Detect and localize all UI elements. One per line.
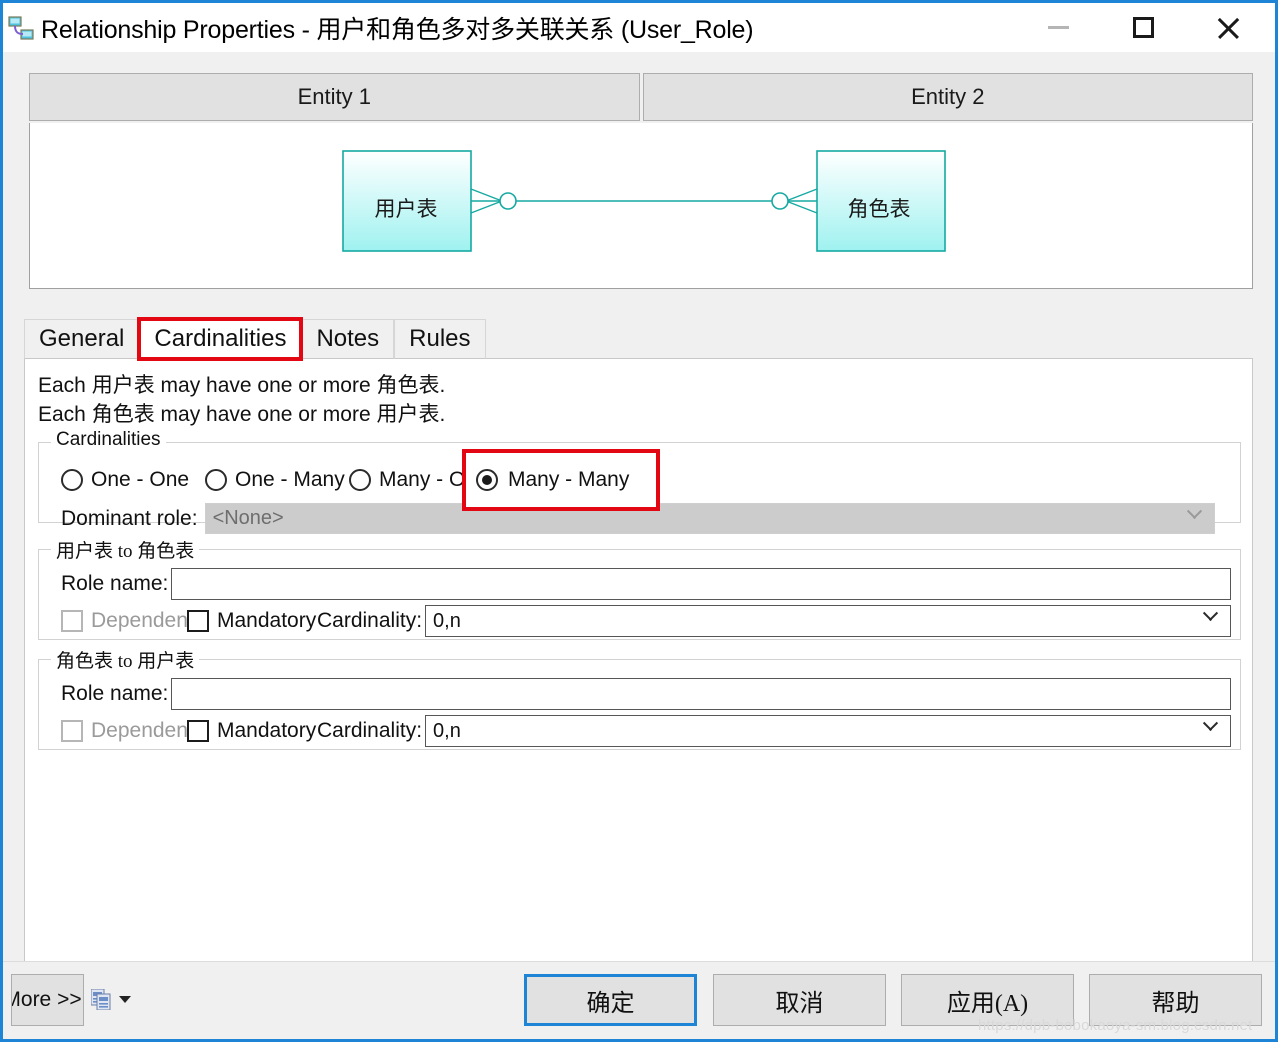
relationship-properties-dialog: Relationship Properties - 用户和角色多对多关联关系 (… [0, 0, 1278, 1042]
cancel-button[interactable]: 取消 [713, 974, 886, 1026]
tab-rules-label: Rules [409, 325, 471, 352]
role-b-cardinality-value: 0,n [433, 719, 461, 742]
apply-button[interactable]: 应用(A) [901, 974, 1074, 1026]
er-diagram-svg [342, 150, 946, 252]
role-a-cardinality-label: Cardinality: [317, 609, 423, 632]
summary-l2-entity-b: 用户表 [376, 402, 440, 427]
tab-general-label: General [39, 325, 125, 352]
role-a-dependent-label: Dependent [91, 609, 187, 632]
relationship-icon [7, 14, 35, 42]
summary-l2-mid: may have one or more [154, 403, 377, 427]
more-button[interactable]: More >> [11, 974, 84, 1026]
dominant-role-combobox[interactable]: <None> [204, 503, 1215, 534]
radio-many-many-label: Many - Many [508, 468, 630, 491]
report-icon[interactable] [90, 988, 111, 1011]
cardinality-summary: Each 用户表 may have one or more 角色表. Each … [38, 371, 445, 430]
summary-l2-pre: Each [38, 403, 92, 427]
summary-l1-pre: Each [38, 374, 92, 397]
role-b-cardinality-combobox[interactable]: 0,n [425, 715, 1231, 747]
summary-l2-entity-a: 角色表 [91, 402, 155, 427]
entity1-box-label: 用户表 [374, 197, 438, 221]
radio-one-one-dot [61, 469, 83, 491]
cancel-button-label: 取消 [775, 990, 824, 1017]
role-b-mandatory-label: Mandatory [217, 719, 317, 742]
minimize-button[interactable] [1027, 3, 1089, 52]
tab-cardinalities-label: Cardinalities [154, 325, 287, 352]
role-a-cardinality-combobox[interactable]: 0,n [425, 605, 1231, 637]
role-a-mandatory-checkbox[interactable] [187, 610, 209, 632]
entity-header-strip: Entity 1 Entity 2 [29, 73, 1253, 121]
role-a-to-b-title: 用户表 to 角色表 [51, 536, 200, 563]
summary-l1-entity-b: 角色表 [376, 373, 440, 397]
tab-rules[interactable]: Rules [394, 319, 486, 359]
more-button-label: More >> [11, 988, 82, 1011]
tab-general[interactable]: General [24, 319, 140, 359]
dominant-role-label: Dominant role: [61, 506, 198, 530]
close-button[interactable] [1197, 3, 1259, 52]
summary-l1-end: . [439, 374, 446, 397]
summary-l1-entity-a: 用户表 [91, 373, 155, 397]
role-b-to-a-groupbox: 角色表 to 用户表 Role name: Dependent Mandator… [38, 646, 1241, 750]
radio-many-many-highlight[interactable]: Many - Many [462, 449, 660, 511]
radio-one-many-dot [205, 469, 227, 491]
role-b-to-a-title: 角色表 to 用户表 [51, 646, 200, 673]
cardinalities-group-title: Cardinalities [51, 429, 166, 451]
summary-line-1: Each 用户表 may have one or more 角色表. [38, 371, 445, 400]
apply-button-label: 应用(A) [946, 990, 1029, 1017]
ok-button-label: 确定 [586, 990, 635, 1017]
tab-notes[interactable]: Notes [301, 319, 395, 359]
radio-one-many-label: One - Many [235, 468, 345, 491]
title-bar: Relationship Properties - 用户和角色多对多关联关系 (… [3, 3, 1275, 52]
role-a-to-b-groupbox: 用户表 to 角色表 Role name: Dependent Mandator… [38, 536, 1241, 640]
role-a-name-label: Role name: [61, 572, 169, 595]
entity2-header[interactable]: Entity 2 [642, 73, 1253, 121]
chevron-down-icon [1202, 611, 1218, 627]
dialog-footer: More >> 确定 取消 应用(A) 帮助 https://dpb-bobok… [3, 961, 1275, 1039]
tab-notes-label: Notes [316, 325, 380, 352]
role-b-cardinality-label: Cardinality: [317, 719, 423, 742]
role-a-dependent-checkbox [61, 610, 83, 632]
help-button[interactable]: 帮助 [1089, 974, 1262, 1026]
role-b-dependent-label: Dependent [91, 719, 187, 742]
entity2-box-label: 角色表 [847, 197, 911, 221]
role-b-flags-row: Dependent Mandatory Cardinality: 0,n [61, 715, 1231, 747]
chevron-down-icon [1186, 509, 1202, 525]
tab-strip: General Cardinalities Notes Rules [24, 317, 1253, 361]
summary-line-2: Each 角色表 may have one or more 用户表. [38, 400, 445, 429]
close-icon [1215, 15, 1241, 41]
radio-one-one[interactable]: One - One [61, 468, 205, 492]
maximize-icon [1132, 17, 1154, 38]
maximize-button[interactable] [1112, 3, 1174, 52]
tab-strip-filler [485, 319, 1253, 359]
role-b-name-label: Role name: [61, 682, 169, 705]
entity1-header[interactable]: Entity 1 [29, 73, 640, 121]
summary-l1-mid: may have one or more [154, 374, 377, 397]
chevron-down-icon [1202, 721, 1218, 737]
role-a-name-input[interactable] [171, 568, 1231, 600]
summary-l2-end: . [439, 403, 446, 427]
dominant-role-value: <None> [212, 507, 284, 529]
radio-one-one-label: One - One [91, 468, 190, 491]
help-button-label: 帮助 [1151, 990, 1200, 1017]
role-a-cardinality-value: 0,n [433, 609, 461, 632]
minimize-icon [1047, 26, 1069, 29]
role-a-name-row: Role name: [61, 568, 1231, 600]
role-b-name-input[interactable] [171, 678, 1231, 710]
role-b-mandatory-checkbox[interactable] [187, 720, 209, 742]
role-b-name-row: Role name: [61, 678, 1231, 710]
role-a-mandatory-label: Mandatory [217, 609, 317, 632]
radio-one-many[interactable]: One - Many [205, 468, 349, 492]
role-a-flags-row: Dependent Mandatory Cardinality: 0,n [61, 605, 1231, 637]
radio-many-many-dot [476, 469, 498, 491]
window-title: Relationship Properties - 用户和角色多对多关联关系 (… [41, 15, 754, 44]
caret-down-icon[interactable] [119, 996, 131, 1003]
radio-many-one-dot [349, 469, 371, 491]
ok-button[interactable]: 确定 [524, 974, 697, 1026]
role-b-dependent-checkbox [61, 720, 83, 742]
relationship-preview [29, 123, 1253, 289]
tab-cardinalities[interactable]: Cardinalities [137, 317, 304, 361]
